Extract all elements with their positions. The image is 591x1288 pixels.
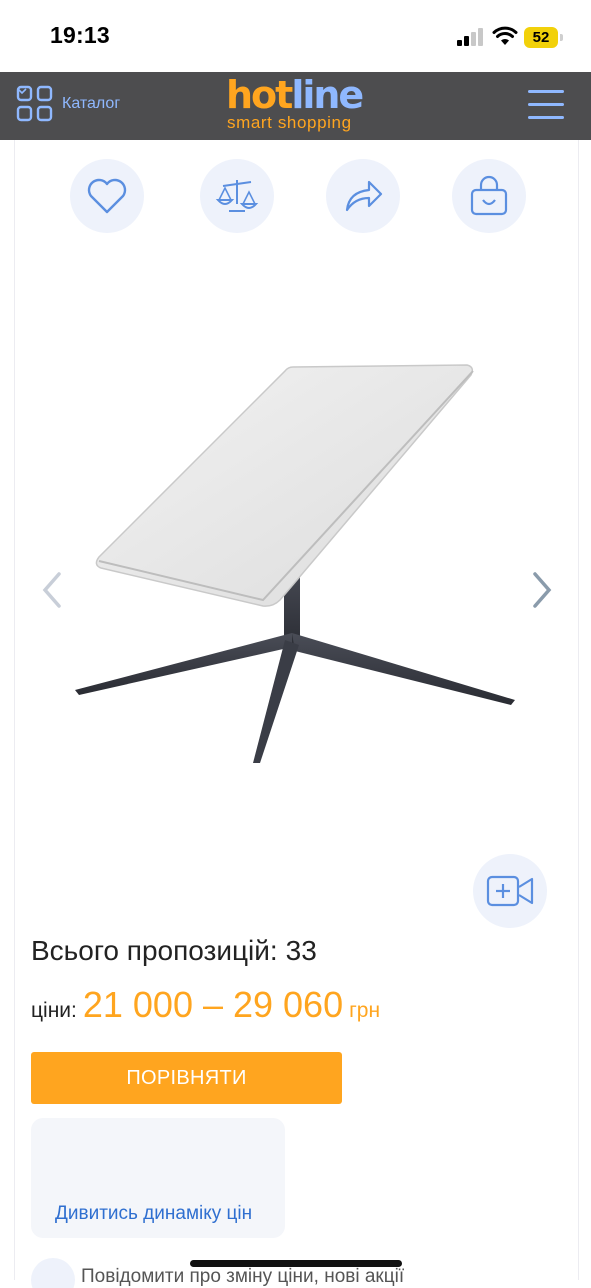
compare-prices-button[interactable]: ПОРІВНЯТИ [31,1052,342,1104]
logo-hot: hot [226,73,293,117]
chevron-right-icon[interactable] [523,568,557,612]
add-to-bag-button[interactable] [452,159,526,233]
battery-indicator: 52 [524,27,558,48]
product-image[interactable] [75,355,525,775]
site-header: Каталог hotline smart shopping [0,72,591,140]
shopping-bag-icon [470,175,508,216]
price-range: ціни: 21 000 – 29 060 грн [31,984,380,1026]
hotline-logo[interactable]: hotline smart shopping [226,75,371,136]
logo-line: line [291,73,364,117]
battery-tip [560,34,563,41]
catalog-label: Каталог [62,95,121,112]
favorite-button[interactable] [70,159,144,233]
add-video-icon [486,875,534,907]
product-card: Всього пропозицій: 33 ціни: 21 000 – 29 06… [14,140,579,1288]
logo-tagline: smart shopping [227,113,352,132]
scales-icon [215,180,259,212]
notify-text: Повідомити про зміну ціни, нові акції [81,1266,405,1287]
prices-label: ціни: [31,999,77,1022]
offers-summary: Всього пропозицій: 33 [31,935,317,967]
offers-count: 33 [285,935,317,966]
share-icon [345,180,383,212]
price-dynamics-block: Дивитись динаміку цін [31,1118,285,1238]
chevron-left-icon[interactable] [37,568,71,612]
status-time: 19:13 [50,22,110,48]
prices-range-value: 21 000 – 29 060 [82,984,344,1025]
share-button[interactable] [326,159,400,233]
bell-icon [31,1258,75,1288]
catalog-button[interactable]: Каталог [16,84,156,128]
video-button[interactable] [473,854,547,928]
hamburger-menu-icon[interactable] [526,88,566,122]
chevron-down-icon [17,88,27,95]
heart-icon [87,178,127,214]
home-indicator[interactable] [190,1260,402,1267]
price-dynamics-link[interactable]: Дивитись динаміку цін [55,1203,252,1225]
cellular-signal-icon [457,28,485,46]
wifi-icon [492,26,518,45]
compare-scales-button[interactable] [200,159,274,233]
offers-label: Всього пропозицій: [31,935,278,966]
prices-currency: грн [349,999,381,1022]
status-bar: 19:13 52 [0,0,591,72]
